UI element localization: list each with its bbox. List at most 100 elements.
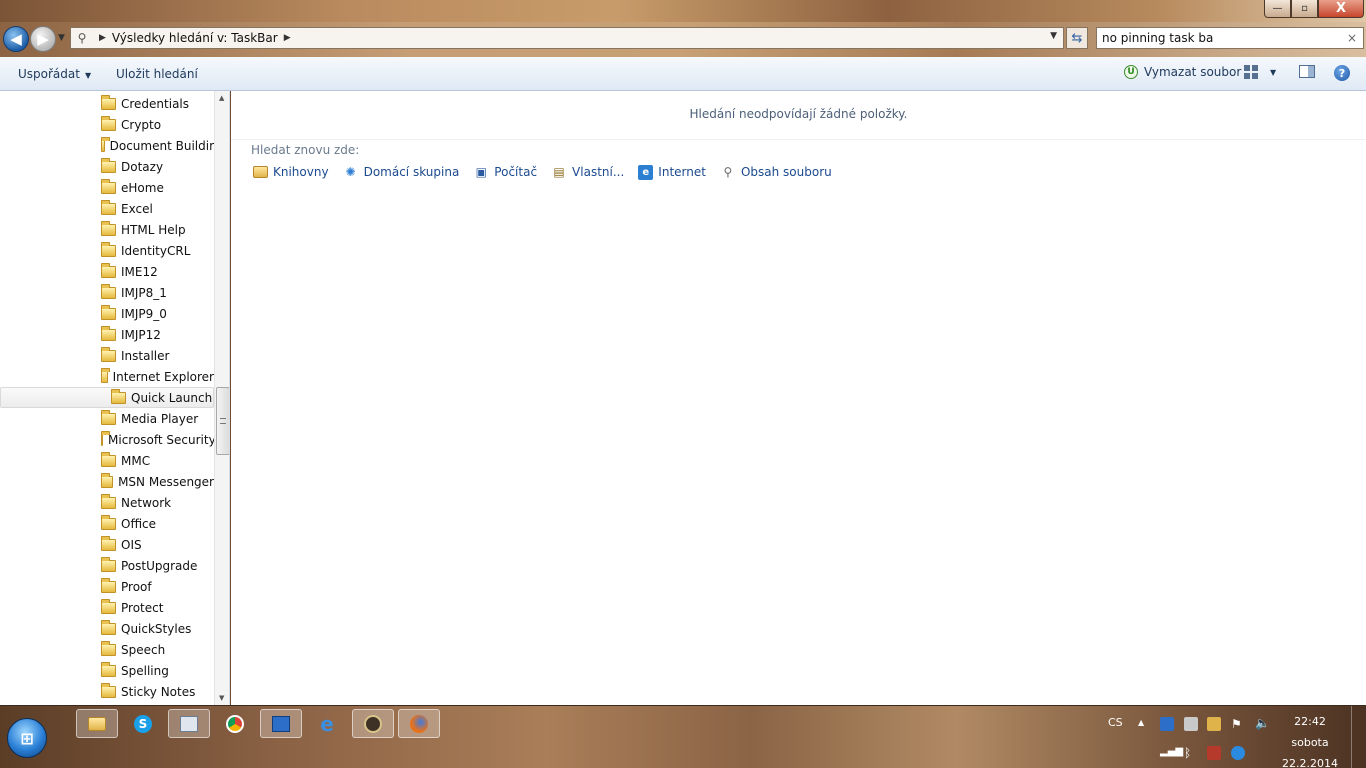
tree-item[interactable]: IMJP12 bbox=[0, 324, 214, 345]
clear-search-icon[interactable]: × bbox=[1347, 31, 1357, 45]
search-again-custom[interactable]: ▤ Vlastní... bbox=[551, 164, 624, 180]
tree-item[interactable]: Network bbox=[0, 492, 214, 513]
taskbar-firefox[interactable] bbox=[398, 709, 440, 738]
folder-icon bbox=[101, 115, 116, 131]
back-button[interactable]: ◀ bbox=[3, 26, 29, 52]
search-again-label: Obsah souboru bbox=[740, 165, 832, 179]
save-search-button[interactable]: Uložit hledání bbox=[116, 67, 198, 81]
sync-tray-icon[interactable] bbox=[1231, 746, 1245, 760]
preview-pane-button[interactable] bbox=[1299, 65, 1315, 78]
tree-item[interactable]: PostUpgrade bbox=[0, 555, 214, 576]
tree-item[interactable]: Protect bbox=[0, 597, 214, 618]
folder-tray-icon[interactable] bbox=[1207, 717, 1221, 731]
taskbar-remote-desktop[interactable] bbox=[260, 709, 302, 738]
search-again-homegroup[interactable]: ✺ Domácí skupina bbox=[343, 164, 460, 180]
search-again-libraries[interactable]: Knihovny bbox=[253, 165, 329, 179]
delete-file-button[interactable]: U Vymazat soubor bbox=[1124, 65, 1241, 79]
search-again-label: Internet bbox=[658, 165, 706, 179]
tree-item[interactable]: Crypto bbox=[0, 114, 214, 135]
tree-item[interactable]: eHome bbox=[0, 177, 214, 198]
search-input[interactable] bbox=[1102, 31, 1332, 45]
remote-desktop-tray-icon[interactable] bbox=[1160, 717, 1174, 731]
minimize-button[interactable]: — bbox=[1264, 0, 1291, 18]
help-button[interactable]: ? bbox=[1334, 65, 1350, 81]
tree-item-label: Sticky Notes bbox=[121, 684, 196, 699]
tree-item[interactable]: Sticky Notes bbox=[0, 681, 214, 702]
search-again-file-contents[interactable]: ⚲ Obsah souboru bbox=[720, 164, 832, 180]
folder-icon bbox=[101, 577, 116, 593]
taskbar-explorer[interactable] bbox=[76, 709, 118, 738]
search-again-computer[interactable]: ▣ Počítač bbox=[473, 164, 537, 180]
action-center-flag-icon[interactable]: ⚑ bbox=[1231, 717, 1245, 731]
tree-item[interactable]: Spelling bbox=[0, 660, 214, 681]
chevron-down-icon[interactable]: ▼ bbox=[1270, 68, 1276, 77]
start-button[interactable]: ⊞ bbox=[7, 718, 47, 758]
refresh-button[interactable]: ⇆ bbox=[1066, 27, 1088, 49]
organize-menu[interactable]: Uspořádat ▼ bbox=[18, 67, 91, 81]
folder-icon bbox=[101, 94, 116, 110]
security-tray-icon[interactable] bbox=[1207, 746, 1221, 760]
taskbar-skype[interactable]: S bbox=[122, 709, 164, 738]
maximize-button[interactable]: ▫ bbox=[1291, 0, 1318, 18]
tree-item[interactable]: Microsoft Security bbox=[0, 429, 216, 450]
tree-item-label: Office bbox=[121, 516, 157, 531]
scroll-down-icon[interactable]: ▼ bbox=[219, 694, 224, 702]
tree-item[interactable]: IdentityCRL bbox=[0, 240, 214, 261]
internet-explorer-icon: e bbox=[320, 711, 334, 736]
folder-icon bbox=[101, 535, 116, 551]
tree-item[interactable]: OIS bbox=[0, 534, 214, 555]
close-button[interactable]: X bbox=[1318, 0, 1364, 18]
volume-icon[interactable]: 🔈 bbox=[1255, 716, 1270, 730]
taskbar-antivirus[interactable] bbox=[352, 709, 394, 738]
folder-icon bbox=[101, 472, 114, 488]
tree-item[interactable]: IMJP8_1 bbox=[0, 282, 214, 303]
clock[interactable]: 22:42 sobota 22.2.2014 bbox=[1280, 711, 1340, 768]
tree-item[interactable]: IME12 bbox=[0, 261, 214, 282]
folder-icon bbox=[101, 220, 116, 236]
tree-item[interactable]: Credentials bbox=[0, 93, 214, 114]
tree-item-label: eHome bbox=[121, 180, 164, 195]
search-box[interactable]: × bbox=[1096, 27, 1364, 49]
signal-icon[interactable]: ▂▄▆ bbox=[1160, 746, 1183, 760]
refresh-icon: ⇆ bbox=[1071, 30, 1083, 46]
tree-scrollbar[interactable]: ▲ ▼ bbox=[214, 91, 229, 705]
taskbar-ie[interactable]: e bbox=[306, 709, 348, 738]
tree-item-label: Quick Launch bbox=[131, 390, 213, 405]
tree-item[interactable]: Media Player bbox=[0, 408, 214, 429]
taskbar-network[interactable] bbox=[168, 709, 210, 738]
language-indicator[interactable]: CS bbox=[1108, 716, 1123, 729]
breadcrumb[interactable]: Výsledky hledání v: TaskBar bbox=[112, 31, 278, 45]
bluetooth-icon[interactable]: ᛒ bbox=[1184, 746, 1198, 760]
tree-item[interactable]: IMJP9_0 bbox=[0, 303, 214, 324]
breadcrumb-separator-icon[interactable]: ▶ bbox=[284, 33, 291, 43]
tree-item[interactable]: QuickStyles bbox=[0, 618, 214, 639]
forward-arrow-icon: ▶ bbox=[37, 30, 49, 48]
breadcrumb-separator-icon[interactable]: ▶ bbox=[99, 33, 106, 43]
tree-item[interactable]: Document Buildir bbox=[0, 135, 214, 156]
address-bar[interactable]: ⚲ ▶ Výsledky hledání v: TaskBar ▶ ▼ bbox=[70, 27, 1064, 49]
tree-item[interactable]: Installer bbox=[0, 345, 214, 366]
tree-item[interactable]: Quick Launch bbox=[0, 387, 214, 408]
show-desktop-button[interactable] bbox=[1351, 706, 1366, 768]
search-again-internet[interactable]: e Internet bbox=[638, 164, 706, 180]
address-dropdown-icon[interactable]: ▼ bbox=[1050, 31, 1057, 41]
network-window-icon bbox=[180, 715, 198, 732]
taskbar-chrome[interactable] bbox=[214, 709, 256, 738]
tree-item[interactable]: Dotazy bbox=[0, 156, 214, 177]
tree-item[interactable]: MMC bbox=[0, 450, 214, 471]
tree-item[interactable]: Proof bbox=[0, 576, 214, 597]
scroll-up-icon[interactable]: ▲ bbox=[219, 94, 224, 102]
tree-item[interactable]: Office bbox=[0, 513, 214, 534]
tree-item[interactable]: Speech bbox=[0, 639, 214, 660]
tree-item[interactable]: MSN Messenger bbox=[0, 471, 214, 492]
forward-button[interactable]: ▶ bbox=[30, 26, 56, 52]
show-hidden-icons-icon[interactable]: ▲ bbox=[1138, 718, 1144, 727]
recent-pages-dropdown[interactable]: ▼ bbox=[58, 33, 65, 43]
scrollbar-thumb[interactable] bbox=[216, 387, 229, 455]
tree-item[interactable]: Excel bbox=[0, 198, 214, 219]
device-tray-icon[interactable] bbox=[1184, 717, 1198, 731]
tree-item[interactable]: HTML Help bbox=[0, 219, 214, 240]
tree-item-label: Microsoft Security bbox=[108, 432, 216, 447]
change-view-button[interactable]: ▼ bbox=[1244, 65, 1276, 79]
tree-item[interactable]: Internet Explorer bbox=[0, 366, 214, 387]
